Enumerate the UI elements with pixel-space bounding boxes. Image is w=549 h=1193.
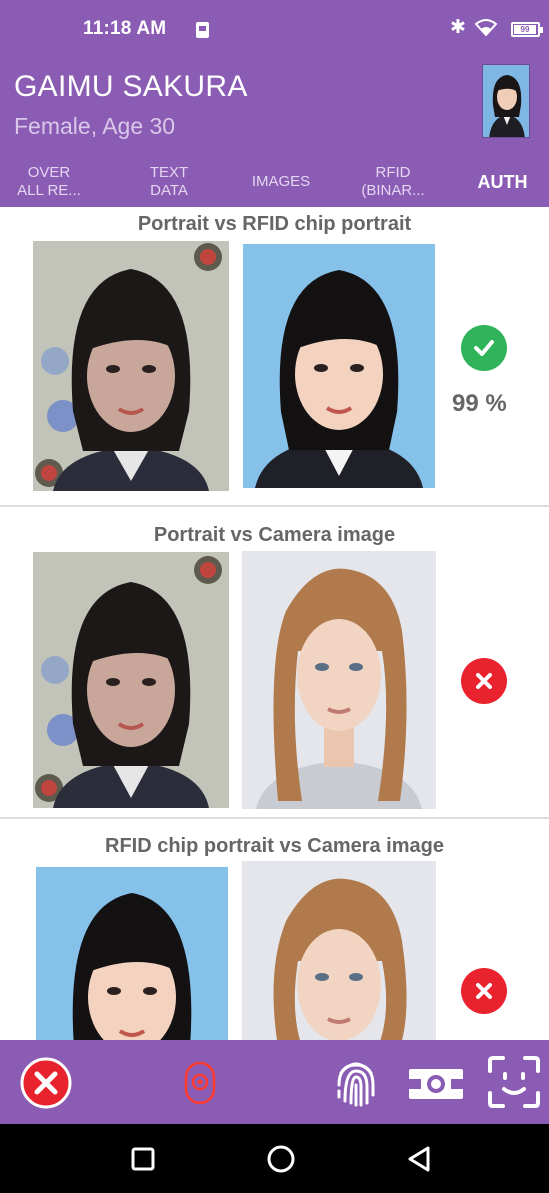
camera-image <box>242 551 436 809</box>
camera-image <box>242 861 436 1040</box>
mismatch-x-icon <box>461 968 507 1014</box>
mismatch-x-icon <box>461 658 507 704</box>
document-portrait-image <box>33 241 229 491</box>
comparison-title: Portrait vs RFID chip portrait <box>137 213 412 235</box>
auth-comparisons[interactable]: Portrait vs RFID chip portrait 99 % Port… <box>0 207 549 1040</box>
section-divider <box>0 817 549 819</box>
fingerprint-icon <box>337 1062 375 1107</box>
comparison-title: Portrait vs Camera image <box>153 524 396 546</box>
match-check-icon <box>461 325 507 371</box>
close-icon <box>20 1057 72 1109</box>
rfid-chip-portrait-image <box>36 867 228 1040</box>
bottom-toolbar <box>0 1040 549 1124</box>
status-bar: 11:18 AM ✱ 99 <box>0 0 549 60</box>
back-icon <box>408 1146 430 1171</box>
tab-bar: OVER ALL RE... TEXT DATA IMAGES RFID (BI… <box>0 156 549 207</box>
fingerprint-button[interactable] <box>332 1056 380 1108</box>
bluetooth-icon: ✱ <box>450 17 466 38</box>
battery-icon: 99 <box>511 22 543 37</box>
rfid-chip-portrait-image <box>243 244 435 488</box>
recents-icon <box>131 1147 155 1170</box>
comparison-title: RFID chip portrait vs Camera image <box>105 835 444 857</box>
document-portrait-image <box>33 552 229 808</box>
rfid-read-button[interactable] <box>180 1058 220 1108</box>
tab-rfid-binary[interactable]: RFID (BINAR... <box>344 156 442 207</box>
status-time: 11:18 AM <box>83 18 167 39</box>
battery-level: 99 <box>514 25 536 34</box>
close-button[interactable] <box>20 1057 72 1109</box>
recents-button[interactable] <box>110 1124 176 1193</box>
home-button[interactable] <box>248 1124 314 1193</box>
holder-avatar[interactable] <box>482 64 530 138</box>
id-card-icon <box>409 1069 463 1099</box>
document-holder-name: GAIMU SAKURA <box>14 70 248 103</box>
tab-overall-results[interactable]: OVER ALL RE... <box>0 156 98 207</box>
face-capture-button[interactable] <box>486 1054 542 1110</box>
tab-images[interactable]: IMAGES <box>232 156 330 207</box>
app-header: 11:18 AM ✱ 99 GAIMU SAKURA Female, Age 3… <box>0 0 549 207</box>
face-scan-icon <box>488 1056 540 1108</box>
section-divider <box>0 505 549 507</box>
back-button[interactable] <box>386 1124 452 1193</box>
document-holder-details: Female, Age 30 <box>14 113 176 139</box>
match-score: 99 % <box>452 390 507 417</box>
sim-card-icon <box>196 22 209 38</box>
mouse-icon <box>184 1061 216 1105</box>
wifi-icon <box>474 19 498 36</box>
tab-auth[interactable]: AUTH <box>456 156 549 207</box>
home-icon <box>267 1145 295 1172</box>
document-scan-button[interactable] <box>406 1060 466 1106</box>
tab-text-data[interactable]: TEXT DATA <box>120 156 218 207</box>
system-navigation-bar <box>0 1124 549 1193</box>
